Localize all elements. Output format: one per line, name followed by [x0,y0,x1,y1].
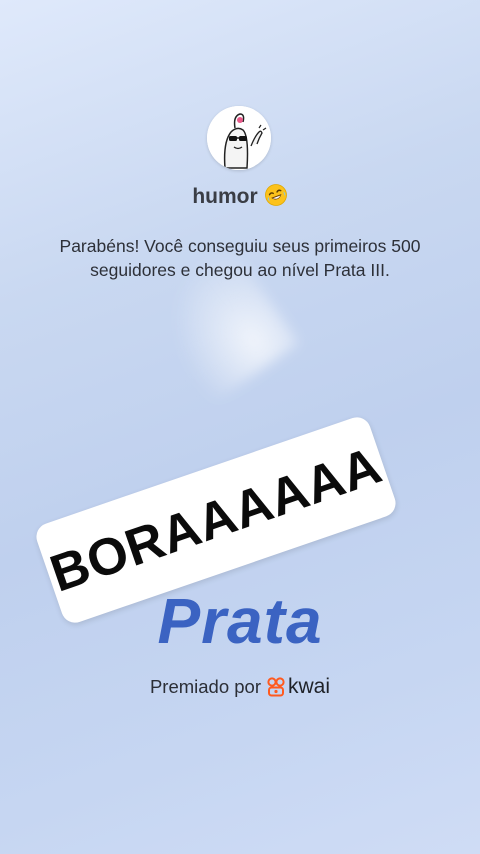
level-title: Prata [157,585,323,657]
kwai-brand: kwai [267,675,330,699]
meme-character-avatar-icon [207,106,271,170]
avatar[interactable] [207,106,271,170]
awarded-by-row: Premiado por kwai [0,674,480,700]
rolling-on-floor-laughing-emoji-icon [264,183,288,207]
username-text: humor [192,185,258,208]
kwai-wordmark: kwai [288,675,331,698]
awarded-by-label: Premiado por [149,676,262,697]
congratulations-message: Parabéns! Você conseguiu seus primeiros … [59,236,421,280]
username: humor [0,183,480,209]
sticker-text: BORAAAAAA [43,436,389,604]
kwai-logo-icon [267,677,285,697]
